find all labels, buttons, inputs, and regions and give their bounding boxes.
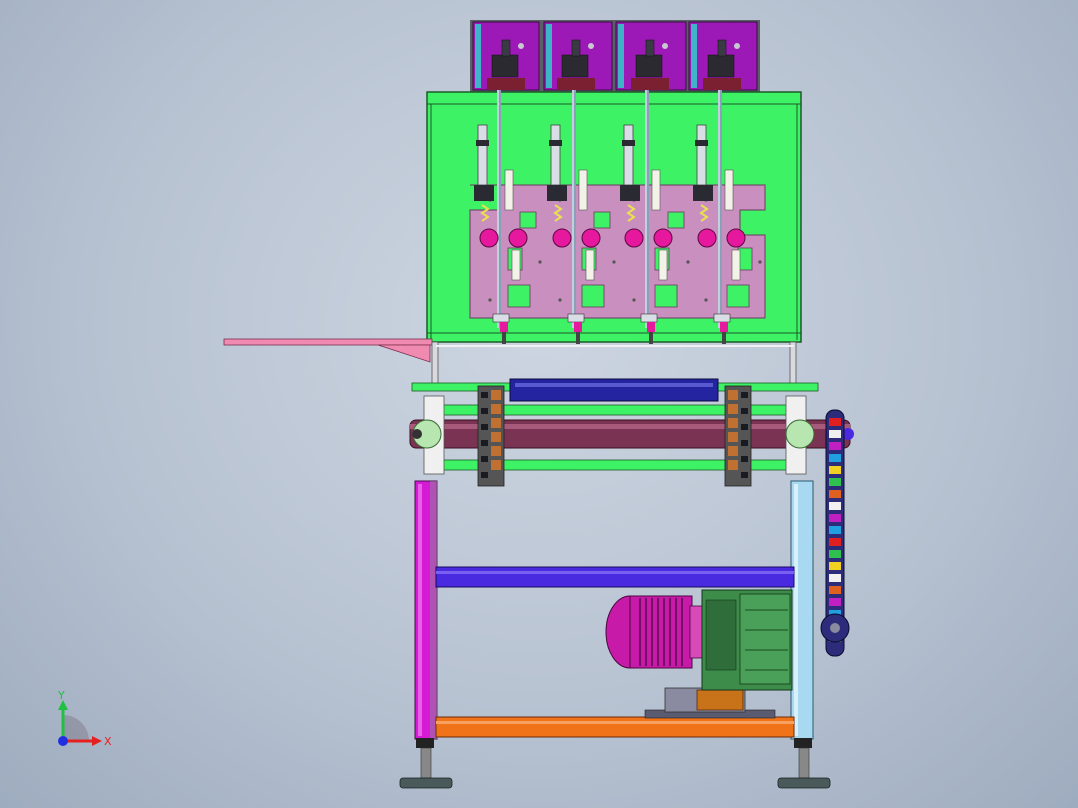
top-feeder-boxes	[470, 20, 760, 92]
feed-tray	[223, 338, 433, 363]
z-axis-dot	[58, 736, 68, 746]
electric-motor	[605, 595, 703, 669]
x-axis-arrow	[92, 736, 102, 746]
cad-viewport[interactable]: Y X	[0, 0, 1078, 808]
axis-triad: Y X	[57, 689, 112, 748]
conveyor-belt	[509, 378, 719, 402]
machine-model-drawing[interactable]: Y X	[0, 0, 1078, 808]
gearbox	[701, 589, 793, 691]
roller-assembly	[409, 395, 854, 475]
y-axis-label: Y	[57, 689, 65, 702]
x-axis-label: X	[104, 735, 112, 748]
left-sprocket	[477, 385, 505, 487]
motor-assembly	[605, 589, 793, 719]
leveling-feet	[399, 738, 831, 789]
right-sprocket	[724, 385, 752, 487]
